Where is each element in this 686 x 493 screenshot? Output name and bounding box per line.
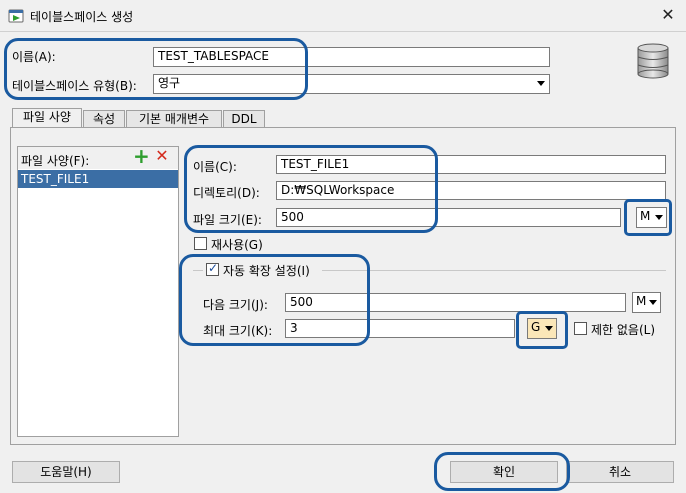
next-size-unit-select[interactable]: M xyxy=(632,292,661,313)
close-icon[interactable]: ✕ xyxy=(656,3,680,27)
group-divider xyxy=(193,270,203,271)
reuse-checkbox[interactable] xyxy=(194,237,207,250)
max-size-unit-select[interactable]: G xyxy=(527,318,557,339)
file-size-unit-select[interactable]: M xyxy=(636,207,667,228)
autoextend-label: 자동 확장 설정(I) xyxy=(223,264,310,278)
next-size-input[interactable]: 500 xyxy=(285,293,626,312)
file-size-input[interactable]: 500 xyxy=(276,208,621,227)
next-size-label: 다음 크기(J): xyxy=(203,298,268,312)
cancel-button[interactable]: 취소 xyxy=(566,461,674,483)
add-icon[interactable]: + xyxy=(133,146,150,166)
max-size-unit-value: G xyxy=(531,320,541,334)
file-spec-list-label: 파일 사양(F): xyxy=(21,154,90,168)
file-size-label: 파일 크기(E): xyxy=(193,213,262,227)
tab-ddl[interactable]: DDL xyxy=(223,110,265,128)
group-divider xyxy=(322,270,666,271)
tablespace-name-label: 이름(A): xyxy=(12,50,56,64)
remove-icon[interactable]: ✕ xyxy=(154,148,170,164)
file-name-input[interactable]: TEST_FILE1 xyxy=(276,155,666,174)
chevron-down-icon xyxy=(545,326,553,331)
unlimited-label: 제한 없음(L) xyxy=(591,323,656,337)
chevron-down-icon xyxy=(655,215,663,220)
max-size-label: 최대 크기(K): xyxy=(203,324,273,338)
next-size-unit-value: M xyxy=(636,294,647,308)
ok-button[interactable]: 확인 xyxy=(450,461,558,483)
tab-properties[interactable]: 속성 xyxy=(83,110,125,128)
tablespace-type-label: 테이블스페이스 유형(B): xyxy=(12,79,137,93)
file-size-unit-value: M xyxy=(640,209,651,223)
directory-input[interactable]: D:₩SQLWorkspace xyxy=(276,181,666,200)
tab-default-params[interactable]: 기본 매개변수 xyxy=(126,110,222,128)
file-spec-list[interactable] xyxy=(17,146,179,437)
file-name-label: 이름(C): xyxy=(193,160,237,174)
app-icon xyxy=(8,9,24,23)
tablespace-type-value: 영구 xyxy=(158,76,181,90)
database-icon xyxy=(637,43,669,79)
tablespace-name-input[interactable]: TEST_TABLESPACE xyxy=(153,47,550,67)
window-title: 테이블스페이스 생성 xyxy=(30,10,134,24)
unlimited-checkbox[interactable] xyxy=(574,322,587,335)
list-item[interactable]: TEST_FILE1 xyxy=(18,170,178,188)
reuse-label: 재사용(G) xyxy=(211,238,263,252)
autoextend-checkbox[interactable] xyxy=(206,261,219,276)
chevron-down-icon xyxy=(537,81,545,86)
help-button[interactable]: 도움말(H) xyxy=(12,461,120,483)
tab-file-spec[interactable]: 파일 사양 xyxy=(12,108,82,128)
tablespace-type-select[interactable]: 영구 xyxy=(153,74,550,94)
directory-label: 디렉토리(D): xyxy=(193,186,260,200)
max-size-input[interactable]: 3 xyxy=(285,319,515,338)
chevron-down-icon xyxy=(649,300,657,305)
